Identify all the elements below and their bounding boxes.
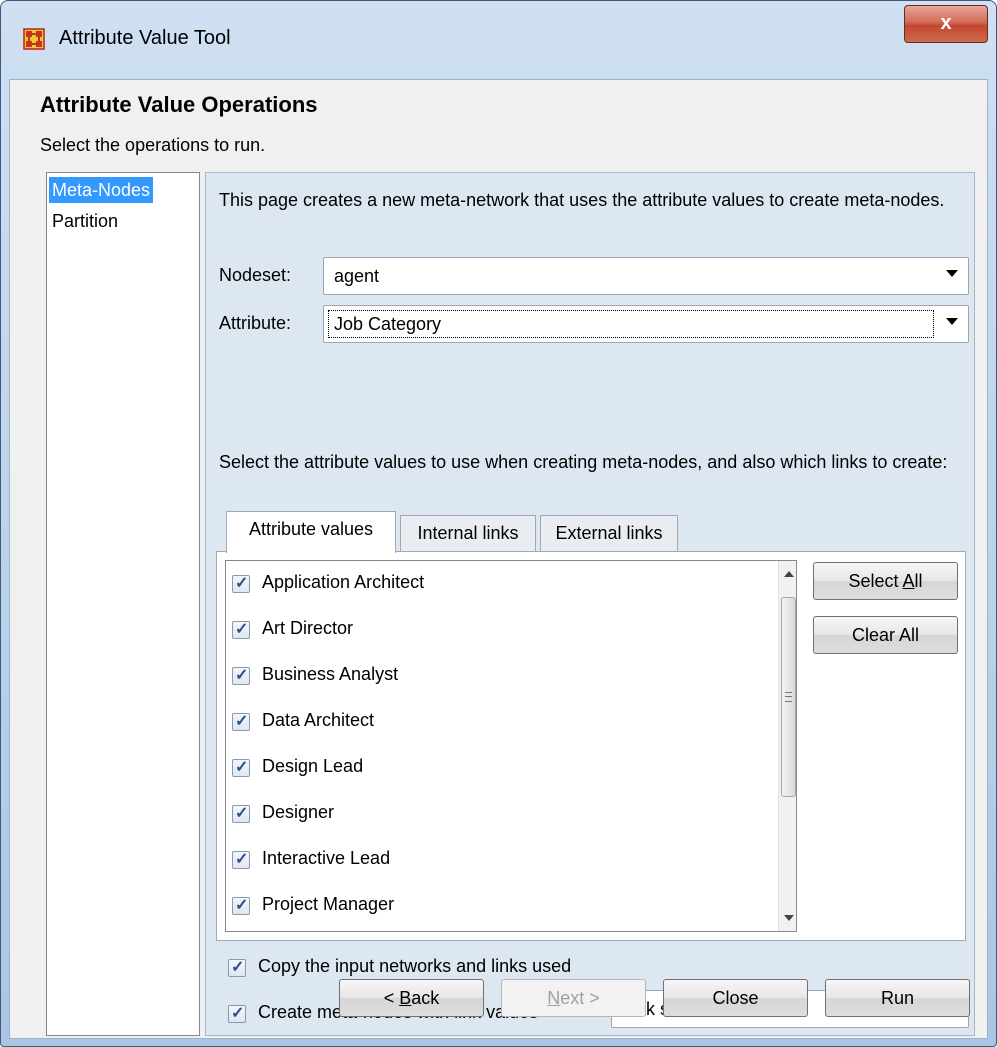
checkbox[interactable] (232, 619, 250, 639)
run-button[interactable]: Run (825, 979, 970, 1017)
list-item-label: Interactive Lead (262, 848, 391, 868)
page-subtitle: Select the operations to run. (40, 135, 266, 155)
nodeset-label: Nodeset: (219, 265, 292, 285)
scroll-thumb[interactable] (781, 597, 796, 797)
checkbox[interactable] (232, 895, 250, 915)
attribute-value: Job Category (334, 314, 442, 334)
chevron-down-icon (946, 318, 958, 325)
select-all-button[interactable]: Select All (813, 562, 958, 600)
scroll-down-icon[interactable] (784, 915, 794, 921)
scroll-up-icon[interactable] (784, 571, 794, 577)
select-all-label-start: Select (848, 571, 903, 591)
list-item-label: Project Manager (262, 894, 395, 914)
list-item-label: Data Architect (262, 710, 375, 730)
clear-all-button[interactable]: Clear All (813, 616, 958, 654)
app-icon (23, 28, 45, 50)
checkbox[interactable] (232, 573, 250, 593)
window-title: Attribute Value Tool (59, 27, 231, 49)
operation-item-meta-nodes[interactable]: Meta-Nodes (49, 177, 154, 203)
grip-icon (785, 692, 792, 702)
operations-list[interactable]: Meta-Nodes Partition (46, 172, 200, 1036)
checkbox[interactable] (232, 803, 250, 823)
close-icon: x (940, 12, 952, 34)
panel-description: This page creates a new meta-network tha… (219, 190, 945, 210)
tab-internal-links[interactable]: Internal links (400, 515, 536, 553)
vertical-scrollbar[interactable] (778, 561, 796, 931)
next-button[interactable]: Next > (501, 979, 646, 1017)
list-item-label: Design Lead (262, 756, 364, 776)
select-all-mnemonic: A (902, 571, 915, 591)
operation-item-partition[interactable]: Partition (49, 208, 121, 234)
attribute-values-tab-panel: Application Architect Art Director Busin… (216, 551, 966, 941)
next-mnemonic: N (547, 988, 561, 1008)
next-label-end: ext > (560, 988, 600, 1008)
tab-attribute-values[interactable]: Attribute values (226, 511, 396, 553)
list-item-label: Business Analyst (262, 664, 399, 684)
meta-nodes-panel: This page creates a new meta-network tha… (205, 172, 975, 1036)
close-button[interactable]: Close (663, 979, 808, 1017)
window-frame: Attribute Value Tool x Attribute Value O… (0, 0, 997, 1047)
title-bar[interactable]: Attribute Value Tool x (1, 1, 996, 79)
attribute-values-list[interactable]: Application Architect Art Director Busin… (225, 560, 797, 932)
back-label-start: < (383, 988, 400, 1008)
list-item-label: Application Architect (262, 572, 425, 592)
checkbox[interactable] (232, 757, 250, 777)
select-all-label-end: ll (914, 571, 923, 591)
close-window-button[interactable]: x (904, 5, 988, 43)
page-title: Attribute Value Operations (40, 92, 318, 117)
copy-networks-label: Copy the input networks and links used (258, 956, 572, 976)
list-item-label: Designer (262, 802, 335, 822)
checkbox[interactable] (232, 665, 250, 685)
chevron-down-icon (946, 270, 958, 277)
nodeset-value: agent (334, 266, 380, 286)
dialog-body: Attribute Value Operations Select the op… (9, 79, 988, 1039)
checkbox[interactable] (232, 711, 250, 731)
attribute-dropdown[interactable]: Job Category (323, 305, 969, 343)
checkbox[interactable] (228, 1003, 246, 1023)
attribute-label: Attribute: (219, 313, 292, 333)
back-button[interactable]: < Back (339, 979, 484, 1017)
nodeset-dropdown[interactable]: agent (323, 257, 969, 295)
back-mnemonic: B (399, 988, 412, 1008)
list-item-label: Art Director (262, 618, 354, 638)
tab-external-links[interactable]: External links (540, 515, 678, 553)
back-label-end: ack (411, 988, 440, 1008)
checkbox[interactable] (228, 957, 246, 977)
selection-prompt: Select the attribute values to use when … (219, 452, 948, 472)
checkbox[interactable] (232, 849, 250, 869)
